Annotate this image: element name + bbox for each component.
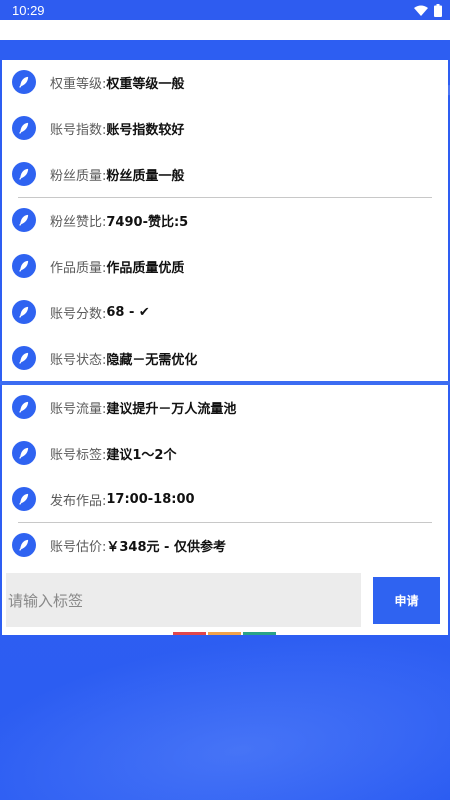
divider [18,522,432,523]
item-label: 账号流量: [50,401,107,417]
item-value: 建议提升－万人流量池 [106,401,237,417]
red-bar [173,632,206,635]
list-item: 发布作品: 17:00-18:00 [12,484,432,514]
item-label: 粉丝赞比: [50,214,107,230]
green-bar [243,632,276,635]
item-label: 粉丝质量: [50,168,107,184]
list-item: 账号流量: 建议提升－万人流量池 [12,392,432,422]
feather-icon [12,300,36,324]
item-value: 68 - ✔ [106,304,150,320]
list-item: 账号分数: 68 - ✔ [12,297,432,327]
item-label: 权重等级: [50,76,107,92]
wifi-icon [414,5,428,16]
battery-icon [434,3,442,17]
color-indicator-bars [173,632,276,635]
item-label: 账号估价: [50,539,107,555]
list-item: 权重等级: 权重等级一般 [12,67,432,97]
list-item: 账号标签: 建议1～2个 [12,438,432,468]
orange-bar [208,632,241,635]
feather-icon [12,395,36,419]
apply-button[interactable]: 申请 [373,577,440,624]
item-label: 作品质量: [50,260,107,276]
item-label: 账号状态: [50,352,107,368]
item-value: 建议1～2个 [106,447,177,463]
feather-icon [12,116,36,140]
item-value: 作品质量优质 [106,260,185,276]
section-divider [0,381,450,385]
item-value: 权重等级一般 [106,76,185,92]
feather-icon [12,487,36,511]
item-value: 隐藏－无需优化 [106,352,198,368]
item-value: 账号指数较好 [106,122,185,138]
item-value: 17:00-18:00 [106,491,195,507]
feather-icon [12,346,36,370]
status-bar: 10:29 [0,0,450,20]
item-label: 账号标签: [50,447,107,463]
list-item: 账号状态: 隐藏－无需优化 [12,343,432,373]
list-item: 作品质量: 作品质量优质 [12,251,432,281]
item-label: 发布作品: [50,493,107,509]
feather-icon [12,441,36,465]
list-item: 粉丝赞比: 7490-赞比:5 [12,205,432,235]
divider [18,197,432,198]
feather-icon [12,208,36,232]
item-label: 账号指数: [50,122,107,138]
feather-icon [12,70,36,94]
feather-icon [12,162,36,186]
list-item: 账号估价: ￥348元 - 仅供参考 [12,530,432,560]
item-value: 粉丝质量一般 [106,168,185,184]
status-time: 10:29 [12,2,45,18]
feather-icon [12,254,36,278]
list-item: 粉丝质量: 粉丝质量一般 [12,159,432,189]
header-spacer [0,20,450,40]
tag-input[interactable]: 请输入标签 [6,573,361,627]
item-value: ￥348元 - 仅供参考 [106,539,226,555]
feather-icon [12,533,36,557]
item-value: 7490-赞比:5 [106,214,189,230]
list-item: 账号指数: 账号指数较好 [12,113,432,143]
item-label: 账号分数: [50,306,107,322]
